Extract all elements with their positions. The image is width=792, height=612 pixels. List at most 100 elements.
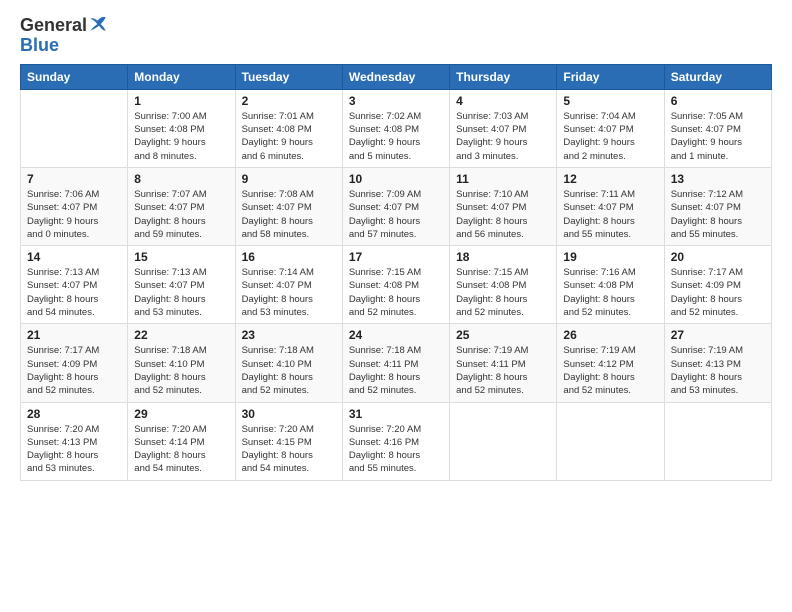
calendar-cell: 18 Sunrise: 7:15 AMSunset: 4:08 PMDayligh…	[450, 246, 557, 324]
day-number: 23	[242, 328, 336, 342]
day-info: Sunrise: 7:13 AMSunset: 4:07 PMDaylight:…	[27, 266, 121, 319]
calendar-week-2: 7 Sunrise: 7:06 AMSunset: 4:07 PMDaylight…	[21, 167, 772, 245]
calendar-cell: 26Sunrise: 7:19 AMSunset: 4:12 PMDayligh…	[557, 324, 664, 402]
calendar-cell	[664, 402, 771, 480]
day-info: Sunrise: 7:11 AMSunset: 4:07 PMDaylight:…	[563, 188, 657, 241]
day-number: 14	[27, 250, 121, 264]
day-number: 5	[563, 94, 657, 108]
day-info: Sunrise: 7:19 AMSunset: 4:13 PMDaylight:…	[671, 344, 765, 397]
calendar-week-4: 21 Sunrise: 7:17 AMSunset: 4:09 PMDayligh…	[21, 324, 772, 402]
day-info: Sunrise: 7:17 AMSunset: 4:09 PMDaylight:…	[27, 344, 121, 397]
day-number: 18	[456, 250, 550, 264]
day-info: Sunrise: 7:03 AMSunset: 4:07 PMDaylight:…	[456, 110, 550, 163]
calendar-header-tuesday: Tuesday	[235, 64, 342, 89]
day-info: Sunrise: 7:15 AMSunset: 4:08 PMDaylight:…	[349, 266, 443, 319]
day-number: 31	[349, 407, 443, 421]
day-info: Sunrise: 7:04 AMSunset: 4:07 PMDaylight:…	[563, 110, 657, 163]
day-number: 6	[671, 94, 765, 108]
logo-text-general: General	[20, 16, 87, 36]
calendar-cell: 2Sunrise: 7:01 AMSunset: 4:08 PMDaylight…	[235, 89, 342, 167]
calendar-cell: 11Sunrise: 7:10 AMSunset: 4:07 PMDayligh…	[450, 167, 557, 245]
calendar-cell: 15 Sunrise: 7:13 AMSunset: 4:07 PMDayligh…	[128, 246, 235, 324]
calendar-header-saturday: Saturday	[664, 64, 771, 89]
calendar-cell: 8Sunrise: 7:07 AMSunset: 4:07 PMDaylight…	[128, 167, 235, 245]
calendar-cell: 3 Sunrise: 7:02 AMSunset: 4:08 PMDaylight…	[342, 89, 449, 167]
day-number: 10	[349, 172, 443, 186]
logo-text-blue: Blue	[20, 35, 59, 55]
day-number: 27	[671, 328, 765, 342]
day-info: Sunrise: 7:20 AMSunset: 4:13 PMDaylight:…	[27, 423, 121, 476]
day-number: 9	[242, 172, 336, 186]
calendar-cell: 22 Sunrise: 7:18 AMSunset: 4:10 PMDayligh…	[128, 324, 235, 402]
calendar-cell: 4 Sunrise: 7:03 AMSunset: 4:07 PMDaylight…	[450, 89, 557, 167]
day-info: Sunrise: 7:02 AMSunset: 4:08 PMDaylight:…	[349, 110, 443, 163]
day-number: 25	[456, 328, 550, 342]
calendar-header-monday: Monday	[128, 64, 235, 89]
day-info: Sunrise: 7:18 AMSunset: 4:11 PMDaylight:…	[349, 344, 443, 397]
calendar-header-friday: Friday	[557, 64, 664, 89]
day-number: 3	[349, 94, 443, 108]
day-number: 30	[242, 407, 336, 421]
calendar-cell: 10 Sunrise: 7:09 AMSunset: 4:07 PMDayligh…	[342, 167, 449, 245]
day-info: Sunrise: 7:06 AMSunset: 4:07 PMDaylight:…	[27, 188, 121, 241]
calendar-cell: 14 Sunrise: 7:13 AMSunset: 4:07 PMDayligh…	[21, 246, 128, 324]
day-number: 1	[134, 94, 228, 108]
calendar-header-thursday: Thursday	[450, 64, 557, 89]
calendar: SundayMondayTuesdayWednesdayThursdayFrid…	[20, 64, 772, 481]
day-number: 15	[134, 250, 228, 264]
day-info: Sunrise: 7:10 AMSunset: 4:07 PMDaylight:…	[456, 188, 550, 241]
day-info: Sunrise: 7:05 AMSunset: 4:07 PMDaylight:…	[671, 110, 765, 163]
day-number: 24	[349, 328, 443, 342]
day-info: Sunrise: 7:16 AMSunset: 4:08 PMDaylight:…	[563, 266, 657, 319]
header: General Blue	[20, 16, 772, 56]
calendar-cell: 28Sunrise: 7:20 AMSunset: 4:13 PMDayligh…	[21, 402, 128, 480]
calendar-cell: 29 Sunrise: 7:20 AMSunset: 4:14 PMDayligh…	[128, 402, 235, 480]
day-info: Sunrise: 7:19 AMSunset: 4:12 PMDaylight:…	[563, 344, 657, 397]
calendar-cell: 21 Sunrise: 7:17 AMSunset: 4:09 PMDayligh…	[21, 324, 128, 402]
day-info: Sunrise: 7:19 AMSunset: 4:11 PMDaylight:…	[456, 344, 550, 397]
day-number: 8	[134, 172, 228, 186]
day-number: 21	[27, 328, 121, 342]
day-info: Sunrise: 7:09 AMSunset: 4:07 PMDaylight:…	[349, 188, 443, 241]
day-info: Sunrise: 7:08 AMSunset: 4:07 PMDaylight:…	[242, 188, 336, 241]
day-number: 22	[134, 328, 228, 342]
day-info: Sunrise: 7:18 AMSunset: 4:10 PMDaylight:…	[134, 344, 228, 397]
day-info: Sunrise: 7:14 AMSunset: 4:07 PMDaylight:…	[242, 266, 336, 319]
calendar-cell	[21, 89, 128, 167]
calendar-week-5: 28Sunrise: 7:20 AMSunset: 4:13 PMDayligh…	[21, 402, 772, 480]
calendar-cell: 7 Sunrise: 7:06 AMSunset: 4:07 PMDaylight…	[21, 167, 128, 245]
calendar-week-1: 1 Sunrise: 7:00 AMSunset: 4:08 PMDaylight…	[21, 89, 772, 167]
calendar-header-row: SundayMondayTuesdayWednesdayThursdayFrid…	[21, 64, 772, 89]
calendar-header-sunday: Sunday	[21, 64, 128, 89]
calendar-cell: 31 Sunrise: 7:20 AMSunset: 4:16 PMDayligh…	[342, 402, 449, 480]
calendar-cell	[557, 402, 664, 480]
calendar-cell: 16 Sunrise: 7:14 AMSunset: 4:07 PMDayligh…	[235, 246, 342, 324]
day-number: 16	[242, 250, 336, 264]
day-info: Sunrise: 7:20 AMSunset: 4:16 PMDaylight:…	[349, 423, 443, 476]
day-info: Sunrise: 7:13 AMSunset: 4:07 PMDaylight:…	[134, 266, 228, 319]
day-info: Sunrise: 7:18 AMSunset: 4:10 PMDaylight:…	[242, 344, 336, 397]
day-number: 29	[134, 407, 228, 421]
day-number: 7	[27, 172, 121, 186]
day-number: 4	[456, 94, 550, 108]
day-info: Sunrise: 7:15 AMSunset: 4:08 PMDaylight:…	[456, 266, 550, 319]
calendar-cell: 12Sunrise: 7:11 AMSunset: 4:07 PMDayligh…	[557, 167, 664, 245]
calendar-header-wednesday: Wednesday	[342, 64, 449, 89]
calendar-cell: 13Sunrise: 7:12 AMSunset: 4:07 PMDayligh…	[664, 167, 771, 245]
calendar-cell: 25 Sunrise: 7:19 AMSunset: 4:11 PMDayligh…	[450, 324, 557, 402]
calendar-cell: 9 Sunrise: 7:08 AMSunset: 4:07 PMDaylight…	[235, 167, 342, 245]
calendar-cell: 24 Sunrise: 7:18 AMSunset: 4:11 PMDayligh…	[342, 324, 449, 402]
day-info: Sunrise: 7:17 AMSunset: 4:09 PMDaylight:…	[671, 266, 765, 319]
day-info: Sunrise: 7:20 AMSunset: 4:15 PMDaylight:…	[242, 423, 336, 476]
calendar-cell: 17 Sunrise: 7:15 AMSunset: 4:08 PMDayligh…	[342, 246, 449, 324]
calendar-week-3: 14 Sunrise: 7:13 AMSunset: 4:07 PMDayligh…	[21, 246, 772, 324]
day-number: 17	[349, 250, 443, 264]
calendar-cell	[450, 402, 557, 480]
calendar-cell: 6 Sunrise: 7:05 AMSunset: 4:07 PMDaylight…	[664, 89, 771, 167]
day-info: Sunrise: 7:20 AMSunset: 4:14 PMDaylight:…	[134, 423, 228, 476]
day-info: Sunrise: 7:00 AMSunset: 4:08 PMDaylight:…	[134, 110, 228, 163]
calendar-cell: 23 Sunrise: 7:18 AMSunset: 4:10 PMDayligh…	[235, 324, 342, 402]
day-info: Sunrise: 7:01 AMSunset: 4:08 PMDaylight:…	[242, 110, 336, 163]
calendar-cell: 20Sunrise: 7:17 AMSunset: 4:09 PMDayligh…	[664, 246, 771, 324]
day-number: 13	[671, 172, 765, 186]
